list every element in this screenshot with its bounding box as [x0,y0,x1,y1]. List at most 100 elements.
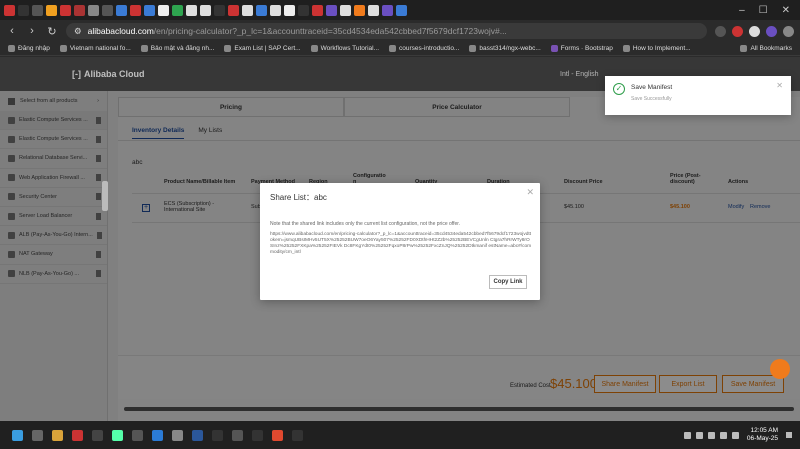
bookmark-item[interactable]: Bảo mật và đăng nh... [140,45,214,52]
app-icon[interactable] [132,429,143,441]
clock-date: 06-May-25 [746,435,778,442]
tab-favicon-icon[interactable] [130,4,141,16]
menu-icon[interactable] [783,25,794,37]
close-icon[interactable]: ✕ [526,187,534,198]
tab-favicon-icon[interactable] [298,4,309,16]
bookmark-item[interactable]: Đăng nhập [8,45,50,52]
clock[interactable]: 12:05 AM 06-May-25 [747,427,778,443]
tab-favicon-icon[interactable] [228,4,239,16]
bookmark-icon [59,45,67,52]
tab-favicon-icon[interactable] [60,4,71,16]
forward-icon[interactable]: › [26,25,38,37]
url-field[interactable]: ⚙ alibabacloud.com/en/pricing-calculator… [66,23,707,39]
site-info-icon[interactable]: ⚙ [74,26,82,37]
url-path: /en/pricing-calculator?_p_lc=1&accounttr… [153,26,507,36]
tab-favicon-icon[interactable] [158,4,169,16]
bookmarks-bar: Đăng nhập Vietnam national fo... Bảo mật… [0,42,800,56]
back-icon[interactable]: ‹ [6,25,18,37]
tab-favicon-icon[interactable] [312,4,323,16]
bookmark-item[interactable]: Workflows Tutorial... [310,45,379,52]
tab-favicon-icon[interactable] [74,4,85,16]
battery-icon[interactable] [731,431,739,439]
clock-time: 12:05 AM [750,427,778,434]
minimize-icon[interactable]: – [739,5,745,16]
close-window-icon[interactable]: ✕ [782,5,790,16]
windows-taskbar: 12:05 AM 06-May-25 [0,421,800,449]
tray-icons [683,431,739,439]
tab-favicon-icon[interactable] [242,4,253,16]
word-icon[interactable] [192,429,203,441]
windows-start-icon[interactable] [12,429,23,441]
sidebar-scroll-handle[interactable] [102,181,108,211]
file-explorer-icon[interactable] [52,429,63,441]
tab-favicon-icon[interactable] [88,4,99,16]
app-icon[interactable] [112,429,123,441]
wifi-icon[interactable] [707,431,715,439]
toast-message: Save Successfully [631,96,672,102]
search-icon[interactable] [32,429,43,441]
close-icon[interactable]: ✕ [776,81,783,90]
extension-icon[interactable] [749,25,760,37]
tab-favicon-icon[interactable] [186,4,197,16]
tab-favicon-icon[interactable] [354,4,365,16]
chevron-up-icon[interactable] [683,431,691,439]
tab-favicon-icon[interactable] [32,4,43,16]
tab-favicon-icon[interactable] [144,4,155,16]
app-icon[interactable] [292,429,303,441]
tab-favicon-icon[interactable] [116,4,127,16]
tab-favicon-icon[interactable] [4,4,15,16]
terminal-icon[interactable] [92,429,103,441]
brave-icon[interactable] [272,429,283,441]
reload-icon[interactable]: ↻ [46,25,58,38]
dialog-title: Share List：abc [270,193,327,202]
tab-favicon-icon[interactable] [382,4,393,16]
volume-icon[interactable] [719,431,727,439]
bookmark-icon [8,45,15,52]
tab-favicon-icon[interactable] [270,4,281,16]
app-icon[interactable] [212,429,223,441]
extension-icon[interactable] [732,25,743,37]
profile-avatar-icon[interactable] [766,25,777,37]
tab-favicon-icon[interactable] [18,4,29,16]
tab-favicon-icon[interactable] [340,4,351,16]
tab-favicon-icon[interactable] [326,4,337,16]
tab-favicon-icon[interactable] [172,4,183,16]
all-bookmarks[interactable]: All Bookmarks [740,45,792,52]
extension-icon[interactable] [715,25,726,37]
bookmark-item[interactable]: How to Implement... [622,45,691,52]
bookmark-icon [622,45,630,52]
bookmark-item[interactable]: Exam List | SAP Cert... [224,45,301,52]
notification-icon[interactable] [786,432,792,438]
app-icon[interactable] [232,429,243,441]
share-link-text[interactable]: https://www.alibabacloud.com/en/pricing-… [270,232,532,256]
bookmark-item[interactable]: basst314/ngx-webc... [469,45,541,52]
url-host: alibabacloud.com [87,26,154,36]
tab-favicon-icon[interactable] [368,4,379,16]
extensions-area [715,25,794,37]
tab-favicon-icon[interactable] [284,4,295,16]
chat-support-button[interactable] [770,359,790,379]
copy-link-button[interactable]: Copy Link [489,275,527,289]
tab-favicon-icon[interactable] [396,4,407,16]
maximize-icon[interactable]: ☐ [759,5,768,16]
tab-favicon-icon[interactable] [256,4,267,16]
share-list-dialog: Share List：abc ✕ Note that the shared li… [260,183,540,300]
tab-favicon-icon[interactable] [46,4,57,16]
tray-app-icon[interactable] [695,431,703,439]
app-icon[interactable] [72,429,83,441]
bookmark-item[interactable]: Forms · Bootstrap [550,45,613,52]
bookmark-item[interactable]: Vietnam national fo... [59,45,131,52]
browser-tab-strip: – ☐ ✕ [0,0,800,20]
tab-favicon-icon[interactable] [214,4,225,16]
vscode-icon[interactable] [152,429,163,441]
bookmark-item[interactable]: courses-introductio... [389,45,459,52]
bookmark-icon [310,45,318,52]
tab-favicon-icon[interactable] [200,4,211,16]
window-controls: – ☐ ✕ [739,5,796,16]
success-toast: ✓ Save Manifest Save Successfully ✕ [605,76,791,115]
app-icon[interactable] [252,429,263,441]
folder-icon [740,45,748,52]
app-icon[interactable] [172,429,183,441]
bookmark-icon [224,45,232,52]
tab-favicon-icon[interactable] [102,4,113,16]
